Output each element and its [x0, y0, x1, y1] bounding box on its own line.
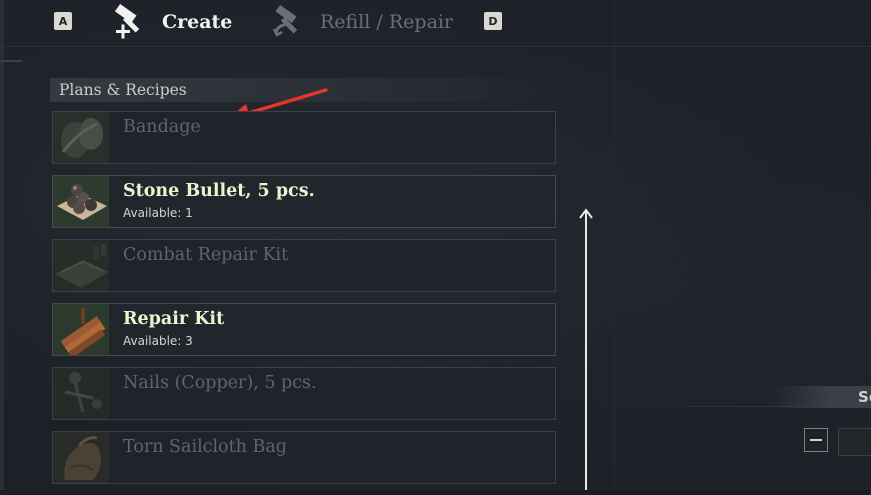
- decrease-quantity-button[interactable]: [804, 428, 828, 452]
- recipe-name: Combat Repair Kit: [123, 245, 289, 265]
- recipe-name: Repair Kit: [123, 309, 225, 329]
- hammer-repair-icon: [272, 4, 298, 37]
- tab-create-label: Create: [162, 11, 233, 33]
- header-divider: [0, 46, 871, 47]
- section-title-text: Plans & Recipes: [59, 81, 187, 99]
- recipe-item-stone-bullet[interactable]: Stone Bullet, 5 pcs. Available: 1: [52, 175, 556, 228]
- recipe-item-torn-sailcloth-bag[interactable]: Torn Sailcloth Bag: [52, 431, 556, 484]
- stone-bullet-icon: [53, 176, 109, 227]
- recipe-name: Nails (Copper), 5 pcs.: [123, 373, 317, 393]
- key-hint-d: D: [484, 12, 502, 30]
- copper-nails-icon: [53, 368, 109, 419]
- repair-kit-icon: [53, 304, 109, 355]
- combat-repair-kit-icon: [53, 240, 109, 291]
- sailcloth-bag-icon: [53, 432, 109, 483]
- key-hint-a: A: [54, 12, 72, 30]
- recipe-name: Torn Sailcloth Bag: [123, 437, 287, 457]
- recipe-list: Bandage Stone Bullet, 5 pcs. Available: …: [52, 111, 556, 495]
- right-panel-label-text: Se: [858, 388, 871, 406]
- quantity-field[interactable]: [838, 428, 871, 456]
- tab-refill-repair[interactable]: Refill / Repair: [272, 4, 453, 40]
- recipe-availability: Available: 3: [123, 334, 193, 348]
- recipe-item-copper-nails[interactable]: Nails (Copper), 5 pcs.: [52, 367, 556, 420]
- scrollbar[interactable]: [576, 206, 596, 490]
- recipe-item-combat-repair-kit[interactable]: Combat Repair Kit: [52, 239, 556, 292]
- tab-create[interactable]: Create: [114, 4, 232, 40]
- left-frame-edge: [0, 0, 4, 490]
- right-panel-label: Se: [770, 386, 871, 408]
- left-frame-notch: [0, 60, 22, 62]
- panel-divider: [614, 0, 615, 490]
- bandage-icon: [53, 112, 109, 163]
- recipe-name: Stone Bullet, 5 pcs.: [123, 181, 315, 201]
- recipe-name: Bandage: [123, 117, 201, 137]
- tab-refill-repair-label: Refill / Repair: [320, 11, 454, 33]
- recipe-item-bandage[interactable]: Bandage: [52, 111, 556, 164]
- hammer-plus-icon: [114, 4, 140, 39]
- recipe-availability: Available: 1: [123, 206, 193, 220]
- recipe-item-repair-kit[interactable]: Repair Kit Available: 3: [52, 303, 556, 356]
